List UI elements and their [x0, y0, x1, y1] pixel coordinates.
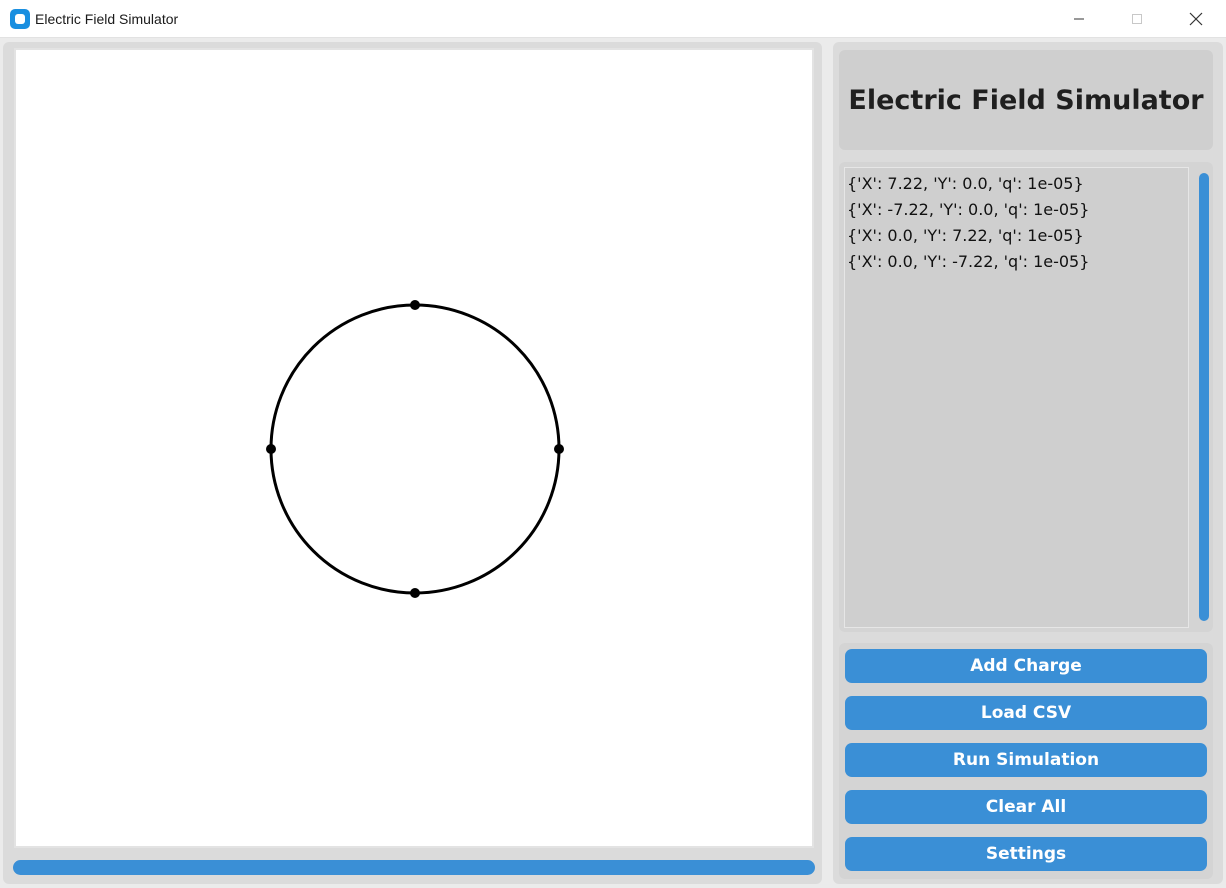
- charge-marker[interactable]: [554, 444, 564, 454]
- charge-ring: [269, 303, 561, 595]
- add-charge-button[interactable]: Add Charge: [845, 649, 1207, 683]
- maximize-icon: [1132, 14, 1142, 24]
- list-item[interactable]: {'X': 0.0, 'Y': 7.22, 'q': 1e-05}: [847, 223, 1188, 249]
- header-panel: Electric Field Simulator: [839, 50, 1213, 150]
- app-icon: [10, 9, 30, 29]
- simulation-canvas[interactable]: [14, 48, 814, 848]
- close-button[interactable]: [1167, 0, 1225, 38]
- charge-plot: [266, 300, 564, 598]
- maximize-button[interactable]: [1108, 0, 1166, 38]
- charge-marker[interactable]: [410, 588, 420, 598]
- close-icon: [1189, 12, 1203, 26]
- page-title: Electric Field Simulator: [848, 84, 1204, 116]
- horizontal-scrollbar[interactable]: [13, 860, 815, 875]
- vertical-scrollbar[interactable]: [1199, 173, 1209, 621]
- minimize-button[interactable]: [1050, 0, 1108, 38]
- run-simulation-button[interactable]: Run Simulation: [845, 743, 1207, 777]
- clear-all-button[interactable]: Clear All: [845, 790, 1207, 824]
- settings-button[interactable]: Settings: [845, 837, 1207, 871]
- list-item[interactable]: {'X': -7.22, 'Y': 0.0, 'q': 1e-05}: [847, 197, 1188, 223]
- load-csv-button[interactable]: Load CSV: [845, 696, 1207, 730]
- list-item[interactable]: {'X': 7.22, 'Y': 0.0, 'q': 1e-05}: [847, 171, 1188, 197]
- title-bar: Electric Field Simulator: [0, 0, 1226, 38]
- charge-marker[interactable]: [410, 300, 420, 310]
- list-item[interactable]: {'X': 0.0, 'Y': -7.22, 'q': 1e-05}: [847, 249, 1188, 275]
- minimize-icon: [1074, 18, 1084, 20]
- window-title: Electric Field Simulator: [35, 11, 179, 27]
- charge-marker[interactable]: [266, 444, 276, 454]
- charge-list[interactable]: {'X': 7.22, 'Y': 0.0, 'q': 1e-05} {'X': …: [844, 167, 1189, 628]
